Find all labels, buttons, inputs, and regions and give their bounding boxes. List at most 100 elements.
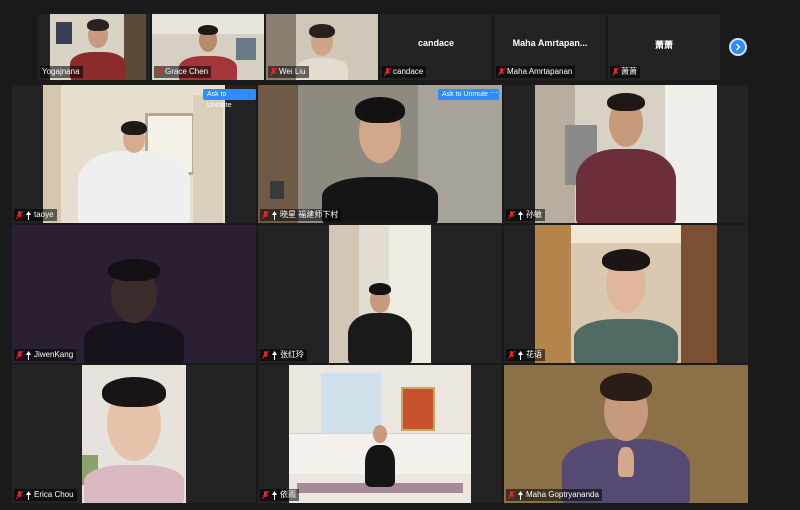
video-tile-maha-goptryananda[interactable]: Maha Goptryananda: [504, 365, 748, 503]
participant-name: 萧萧: [621, 67, 637, 76]
strip-tile-xiaoxiao[interactable]: 萧萧 萧萧: [608, 14, 720, 80]
nametag: Wei Liu: [268, 66, 309, 78]
spotlight-pin-icon: [25, 350, 32, 360]
participant-body: [576, 149, 676, 223]
muted-mic-icon: [611, 67, 620, 77]
participant-hair: [602, 249, 650, 271]
spotlight-pin-icon: [517, 350, 524, 360]
nametag: Yogajnana: [40, 66, 83, 78]
participant-name: Grace Chen: [165, 67, 209, 76]
participant-hair: [309, 24, 335, 38]
strip-tile-grace-chen[interactable]: Grace Chen: [152, 14, 264, 80]
muted-mic-icon: [507, 490, 516, 500]
participant-name: Yogajnana: [42, 67, 80, 76]
strip-tile-yogajnana[interactable]: Yogajnana: [38, 14, 150, 80]
video-tile-taoye[interactable]: Ask to Unmute ··· taoye: [12, 85, 256, 223]
nametag: 依雨: [260, 489, 299, 501]
participant-display-name: Maha Amrtapan...: [512, 38, 588, 48]
nametag: Erica Chou: [14, 489, 77, 501]
wall-picture: [56, 22, 72, 44]
muted-mic-icon: [155, 67, 164, 77]
nametag: candace: [382, 66, 427, 78]
muted-mic-icon: [507, 350, 516, 360]
nametag: 萧萧: [610, 66, 640, 78]
participant-display-name: candace: [417, 38, 455, 48]
participant-name: 依雨: [280, 490, 296, 499]
participant-video: [504, 365, 748, 503]
muted-mic-icon: [497, 67, 506, 77]
muted-mic-icon: [507, 210, 516, 220]
participant-name: Maha Goptryananda: [526, 490, 599, 499]
more-options-button[interactable]: ···: [489, 89, 499, 100]
participant-name: taoye: [34, 210, 54, 219]
participant-name: Maha Amrtapanan: [507, 67, 573, 76]
participant-body: [84, 465, 184, 503]
participant-name: Wei Liu: [279, 67, 306, 76]
nametag: taoye: [14, 209, 57, 221]
nametag: Maha Goptryananda: [506, 489, 602, 501]
participant-name: 孙敏: [526, 210, 542, 219]
nametag: JiwenKang: [14, 349, 77, 361]
participant-head: [373, 425, 387, 443]
window: [319, 371, 383, 437]
spotlight-pin-icon: [25, 490, 32, 500]
participant-display-name: 萧萧: [654, 40, 673, 50]
praying-hands: [618, 447, 634, 477]
muted-mic-icon: [261, 210, 270, 220]
participant-hair: [198, 25, 218, 35]
nametag: 张红玲: [260, 349, 307, 361]
participant-video: [43, 85, 225, 223]
muted-mic-icon: [15, 490, 24, 500]
more-options-button[interactable]: ···: [255, 89, 256, 100]
strip-tile-maha-amrtapanan[interactable]: Maha Amrtapan... Maha Amrtapanan: [494, 14, 606, 80]
chevron-right-icon: [734, 38, 742, 56]
cabinet: [681, 225, 717, 363]
participant-hair: [102, 377, 166, 407]
ask-to-unmute-button[interactable]: Ask to Unmute: [203, 89, 256, 109]
muted-mic-icon: [15, 210, 24, 220]
doorframe: [124, 14, 146, 80]
muted-mic-icon: [383, 67, 392, 77]
nametag: Grace Chen: [154, 66, 212, 78]
spotlight-pin-icon: [271, 210, 278, 220]
participant-hair: [108, 259, 160, 281]
nametag: 晓星 福建师下村: [260, 209, 342, 221]
participant-video: [82, 365, 186, 503]
muted-mic-icon: [269, 67, 278, 77]
participant-name: 花语: [526, 350, 542, 359]
participant-video: [12, 225, 256, 363]
muted-mic-icon: [261, 490, 270, 500]
participant-hair: [87, 19, 109, 31]
strip-tile-wei-liu[interactable]: Wei Liu: [266, 14, 378, 80]
video-tile-jiwenkang[interactable]: JiwenKang: [12, 225, 256, 363]
video-tile-erica-chou[interactable]: Erica Chou: [12, 365, 256, 503]
participant-body: [365, 445, 395, 487]
wooden-post: [258, 85, 298, 223]
participant-name: 张红玲: [280, 350, 304, 359]
nametag: 花语: [506, 349, 545, 361]
video-tile-sunmin[interactable]: 孙敏: [504, 85, 748, 223]
participant-video: [535, 85, 717, 223]
participant-body: [348, 313, 412, 363]
ask-to-unmute-button[interactable]: Ask to Unmute: [438, 89, 492, 100]
participant-body: [84, 321, 184, 363]
ceiling: [571, 225, 681, 243]
video-tile-huayu[interactable]: 花语: [504, 225, 748, 363]
next-page-button[interactable]: [729, 38, 747, 56]
video-tile-zhanghongling[interactable]: 张红玲: [258, 225, 502, 363]
participant-name: Erica Chou: [34, 490, 74, 499]
nametag: Maha Amrtapanan: [496, 66, 576, 78]
participant-video: [289, 365, 471, 503]
video-tile-yiyu[interactable]: 依雨: [258, 365, 502, 503]
participant-body: [574, 319, 678, 363]
participant-hair: [600, 373, 652, 401]
nametag: 孙敏: [506, 209, 545, 221]
muted-mic-icon: [261, 350, 270, 360]
participant-hair: [607, 93, 645, 111]
video-tile-xiaoxing[interactable]: Ask to Unmute ··· 晓星 福建师下村: [258, 85, 502, 223]
left-wall: [43, 85, 61, 223]
curtain: [535, 225, 571, 363]
spotlight-pin-icon: [25, 210, 32, 220]
participant-video: [329, 225, 431, 363]
strip-tile-candace[interactable]: candace candace: [380, 14, 492, 80]
